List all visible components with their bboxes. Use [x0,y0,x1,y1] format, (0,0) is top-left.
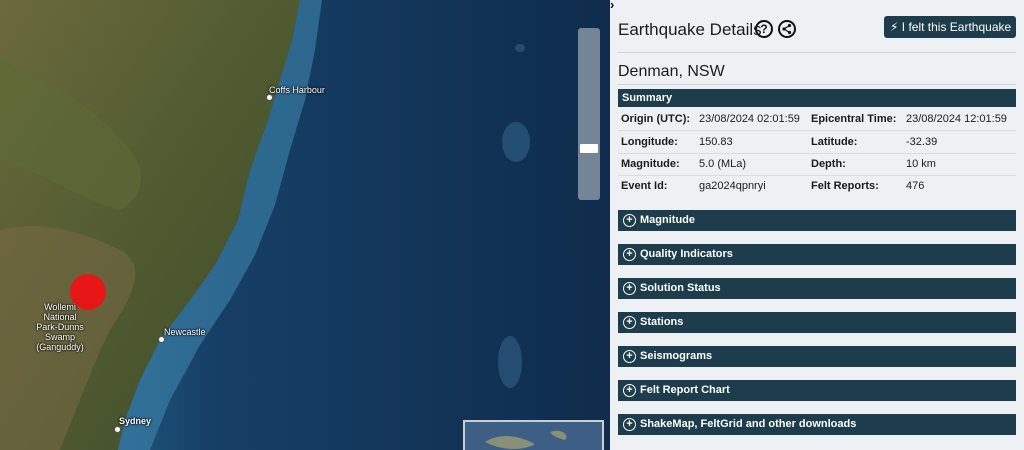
expand-plus-icon: + [623,282,636,295]
zoom-slider[interactable] [578,28,600,200]
location-divider [618,84,1016,85]
expand-plus-icon: + [623,384,636,397]
section-felt-report-chart[interactable]: + Felt Report Chart [618,380,1016,401]
place-label-newcastle: Newcastle [164,327,206,337]
coffs-harbour-marker [266,94,273,101]
section-label: Felt Report Chart [640,384,730,396]
section-solution-status[interactable]: + Solution Status [618,278,1016,299]
help-icon[interactable]: ? [755,20,773,38]
field-label: Latitude: [811,136,858,148]
event-location: Denman, NSW [618,63,725,80]
expand-plus-icon: + [623,248,636,261]
field-label: Felt Reports: [811,180,879,192]
panel-title: Earthquake Details [618,20,762,39]
summary-row: Event Id: ga2024qpnryi Felt Reports: 476 [618,175,1016,197]
earthquake-details-panel: › Earthquake Details ? ⚡︎ I felt this Ea… [610,0,1024,450]
satellite-map[interactable]: Coffs Harbour Wollemi National Park-Dunn… [0,0,610,450]
expand-plus-icon: + [623,350,636,363]
summary-row: Magnitude: 5.0 (MLa) Depth: 10 km [618,153,1016,176]
section-label: ShakeMap, FeltGrid and other downloads [640,418,857,430]
map-imagery [0,0,610,450]
field-label: Longitude: [621,136,678,148]
summary-row: Longitude: 150.83 Latitude: -32.39 [618,131,1016,154]
section-label: Magnitude [640,214,695,226]
title-divider [618,52,1016,53]
section-seismograms[interactable]: + Seismograms [618,346,1016,367]
expand-plus-icon: + [623,316,636,329]
field-value: 476 [906,180,925,192]
field-label: Epicentral Time: [811,113,897,125]
section-magnitude[interactable]: + Magnitude [618,210,1016,231]
expand-plus-icon: + [623,214,636,227]
summary-heading: Summary [618,89,1016,107]
expand-plus-icon: + [623,418,636,431]
field-label: Event Id: [621,180,668,192]
section-label: Stations [640,316,684,328]
section-stations[interactable]: + Stations [618,312,1016,333]
newcastle-marker [158,336,165,343]
field-value: 5.0 (MLa) [699,158,747,170]
summary-row: Origin (UTC): 23/08/2024 02:01:59 Epicen… [618,108,1016,131]
field-label: Depth: [811,158,846,170]
field-label: Magnitude: [621,158,680,170]
sydney-marker [114,426,121,433]
lightning-icon: ⚡︎ [890,20,899,34]
place-label-sydney: Sydney [119,416,152,426]
field-label: Origin (UTC): [621,113,691,125]
section-label: Seismograms [640,350,713,362]
field-value: 23/08/2024 02:01:59 [699,113,800,125]
felt-this-earthquake-button[interactable]: ⚡︎ I felt this Earthquake [884,16,1016,38]
place-label-coffs-harbour: Coffs Harbour [269,85,325,95]
section-label: Quality Indicators [640,248,733,260]
overview-minimap[interactable] [463,420,604,450]
field-value: ga2024qpnryi [699,180,766,192]
field-value: 10 km [906,158,936,170]
zoom-slider-handle[interactable] [580,144,598,153]
place-label-wollemi: Wollemi National Park-Dunns Swamp (Gangu… [36,302,84,352]
section-downloads[interactable]: + ShakeMap, FeltGrid and other downloads [618,414,1016,435]
section-quality-indicators[interactable]: + Quality Indicators [618,244,1016,265]
collapse-panel-icon[interactable]: › [610,0,624,12]
felt-button-label: I felt this Earthquake [901,20,1012,34]
field-value: -32.39 [906,136,938,148]
share-icon[interactable] [778,20,796,38]
field-value: 23/08/2024 12:01:59 [906,113,1007,125]
field-value: 150.83 [699,136,733,148]
minimap-imagery [485,430,567,449]
section-label: Solution Status [640,282,721,294]
